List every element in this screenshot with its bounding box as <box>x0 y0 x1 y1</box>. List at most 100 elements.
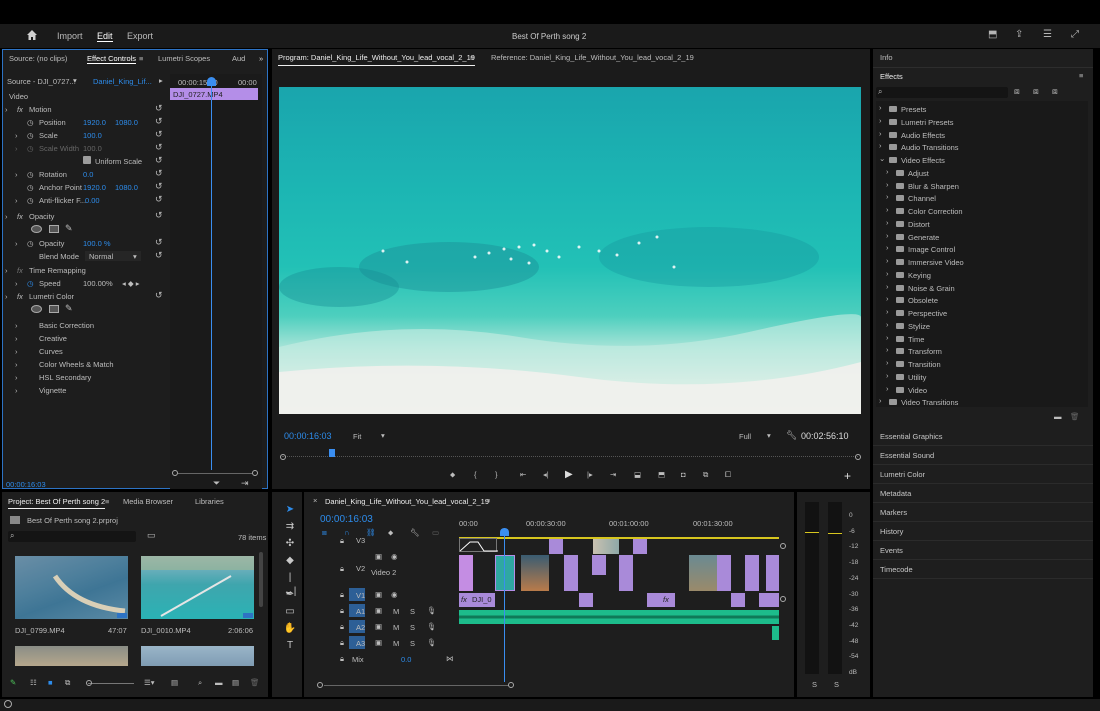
anchor-y-value[interactable]: 1080.0 <box>115 183 138 192</box>
solo-right-button[interactable]: S <box>834 680 839 689</box>
chevron-right-icon[interactable]: › <box>886 231 889 240</box>
side-panel-tab[interactable]: Lumetri Color <box>880 470 925 479</box>
v1-clip[interactable]: fx <box>647 593 675 607</box>
ec-playhead[interactable] <box>211 80 212 470</box>
sync-lock-icon[interactable]: ▣ <box>375 638 382 647</box>
stopwatch-icon[interactable]: ◷ <box>27 279 34 288</box>
ellipse-mask-icon[interactable] <box>31 225 42 233</box>
pencil-icon[interactable]: ✎ <box>10 678 16 687</box>
menu-edit[interactable]: Edit <box>97 31 113 42</box>
chevron-right-icon[interactable]: › <box>886 269 889 278</box>
32bit-effects-icon[interactable]: ⧈ <box>1033 86 1039 97</box>
expand-icon[interactable]: › <box>15 360 18 369</box>
effects-tree-item[interactable]: › Lumetri Presets <box>876 116 1086 128</box>
effects-tree-item[interactable]: › Obsolete <box>876 294 1086 306</box>
stopwatch-icon[interactable]: ◷ <box>27 131 34 140</box>
sequence-label[interactable]: Daniel_King_Lif... <box>93 77 152 86</box>
play-triangle-icon[interactable]: ▸ <box>159 76 163 85</box>
keyframe-nav-icon[interactable]: ◂ ◆ ▸ <box>122 279 139 288</box>
effects-tree-item[interactable]: › Presets <box>876 103 1086 115</box>
side-panel-tab[interactable]: Timecode <box>880 565 913 574</box>
source-dropdown-icon[interactable]: ▾ <box>73 76 77 85</box>
fit-select[interactable]: Fit <box>353 432 361 441</box>
chevron-right-icon[interactable]: › <box>886 294 889 303</box>
effects-tree-item[interactable]: › Adjust <box>876 167 1086 179</box>
lock-icon[interactable]: 🔒︎ <box>340 564 344 574</box>
v1-clip[interactable] <box>579 593 593 607</box>
effects-tree-item[interactable]: › Time <box>876 333 1086 345</box>
v2-clip[interactable] <box>745 555 759 591</box>
track-select-tool-icon[interactable]: ⇉ <box>283 520 297 534</box>
eye-icon[interactable]: ◉ <box>391 552 398 561</box>
mic-icon[interactable]: 🎙︎ <box>427 606 437 615</box>
sync-lock-icon[interactable]: ▣ <box>375 590 382 599</box>
v3-clip[interactable] <box>633 539 647 554</box>
reset-icon[interactable]: ↺ <box>155 210 163 221</box>
pen-tool-icon[interactable]: ✒ <box>283 588 297 602</box>
nest-icon[interactable]: ⧈ <box>322 528 327 538</box>
chevron-down-icon[interactable]: ▾ <box>767 431 771 440</box>
camera-icon[interactable]: ◘ <box>681 470 686 479</box>
new-item-icon[interactable]: ▤ <box>232 678 239 687</box>
expand-icon[interactable]: › <box>15 170 18 179</box>
lock-icon[interactable]: 🔒︎ <box>340 638 344 648</box>
video-frame[interactable] <box>279 87 861 414</box>
yuv-effects-icon[interactable]: ⧈ <box>1052 86 1058 97</box>
panel-menu-icon[interactable]: ≡ <box>139 54 143 63</box>
ec-playhead-handle[interactable] <box>207 77 216 86</box>
go-to-in-icon[interactable]: ⇤ <box>520 470 526 479</box>
program-scroll-left[interactable] <box>280 454 286 460</box>
extract-icon[interactable]: ⬒ <box>658 470 665 479</box>
eye-icon[interactable]: ◉ <box>391 590 398 599</box>
v1-clip[interactable] <box>731 593 745 607</box>
export-frame-icon[interactable]: ⇥ <box>241 478 249 489</box>
effects-tree-item[interactable]: › Immersive Video <box>876 256 1086 268</box>
a1-audio-clip[interactable] <box>459 610 779 624</box>
solo-button[interactable]: S <box>410 607 415 616</box>
lock-icon[interactable]: 🔒︎ <box>340 606 344 616</box>
tab-lumetri-scopes[interactable]: Lumetri Scopes <box>158 54 210 63</box>
comparison-view-icon[interactable]: ⧉ <box>703 470 708 480</box>
speed-value[interactable]: 100.00% <box>83 279 113 288</box>
chevron-right-icon[interactable]: › <box>886 358 889 367</box>
panel-menu-icon[interactable]: ≡ <box>105 497 109 506</box>
chevron-right-icon[interactable]: › <box>879 129 882 138</box>
wrench-icon[interactable]: 🔧︎ <box>786 430 797 441</box>
clip-thumbnail-4[interactable] <box>141 646 254 666</box>
expand-icon[interactable]: › <box>15 279 18 288</box>
expand-icon[interactable]: › <box>5 105 8 114</box>
tab-effect-controls[interactable]: Effect Controls <box>87 54 137 64</box>
v3-thumb-clip[interactable] <box>593 539 619 554</box>
fx-icon[interactable]: fx <box>17 292 23 301</box>
chevron-right-icon[interactable]: › <box>886 282 889 291</box>
filter-icon[interactable]: ⏷ <box>213 478 220 489</box>
expand-icon[interactable]: › <box>15 334 18 343</box>
side-panel-tab[interactable]: Markers <box>880 508 907 517</box>
type-tool-icon[interactable]: T <box>283 639 297 653</box>
reset-icon[interactable]: ↺ <box>155 142 163 153</box>
quick-export-icon[interactable]: ⬒ <box>988 30 997 40</box>
effects-tree-item[interactable]: › Blur & Sharpen <box>876 180 1086 192</box>
ec-zoom-handle-right[interactable] <box>252 470 258 476</box>
curves-row[interactable]: › Curves <box>3 345 169 358</box>
v2-thumb-clip[interactable] <box>521 555 549 591</box>
find-icon[interactable]: ⌕ <box>198 678 202 688</box>
chevron-right-icon[interactable]: › <box>886 384 889 393</box>
reference-tab[interactable]: Reference: Daniel_King_Life_Without_You_… <box>491 53 694 62</box>
reset-icon[interactable]: ↺ <box>155 194 163 205</box>
v2-clip[interactable] <box>766 555 779 591</box>
opacity-header-row[interactable]: › fx Opacity ↺ <box>3 210 169 223</box>
v2-clip[interactable] <box>592 555 606 575</box>
v3-clip[interactable] <box>549 539 563 554</box>
chevron-right-icon[interactable]: › <box>886 333 889 342</box>
chevron-right-icon[interactable]: › <box>886 256 889 265</box>
menu-export[interactable]: Export <box>127 31 153 41</box>
scroll-handle-right[interactable] <box>780 543 786 549</box>
timeline-zoom-left[interactable] <box>317 682 323 688</box>
lift-icon[interactable]: ⬓ <box>634 470 641 479</box>
chevron-right-icon[interactable]: › <box>886 180 889 189</box>
timeline-playhead[interactable] <box>504 528 505 682</box>
reset-icon[interactable]: ↺ <box>155 103 163 114</box>
mark-in-icon[interactable]: { <box>474 470 477 479</box>
expand-icon[interactable]: › <box>5 212 8 221</box>
